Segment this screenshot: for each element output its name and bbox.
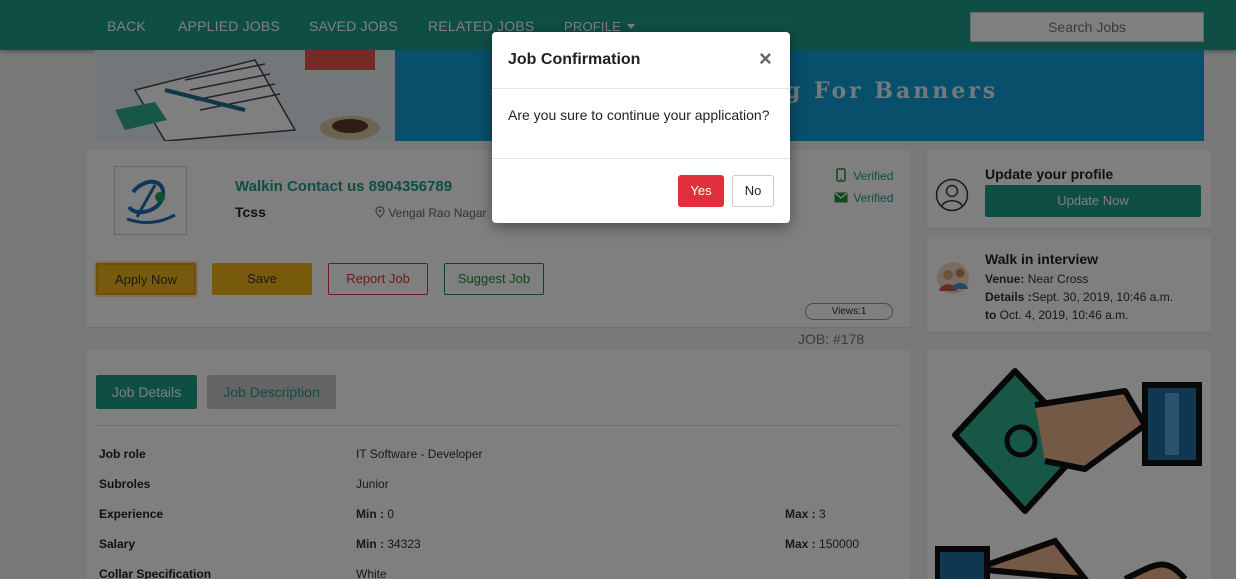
modal-footer-divider — [492, 158, 790, 159]
yes-button[interactable]: Yes — [678, 175, 724, 207]
job-confirmation-modal: Job Confirmation × Are you sure to conti… — [492, 32, 790, 223]
modal-header-divider — [492, 88, 790, 89]
modal-message: Are you sure to continue your applicatio… — [508, 107, 770, 123]
close-icon[interactable]: × — [759, 48, 772, 70]
modal-title: Job Confirmation — [508, 51, 641, 68]
no-button[interactable]: No — [732, 175, 774, 207]
